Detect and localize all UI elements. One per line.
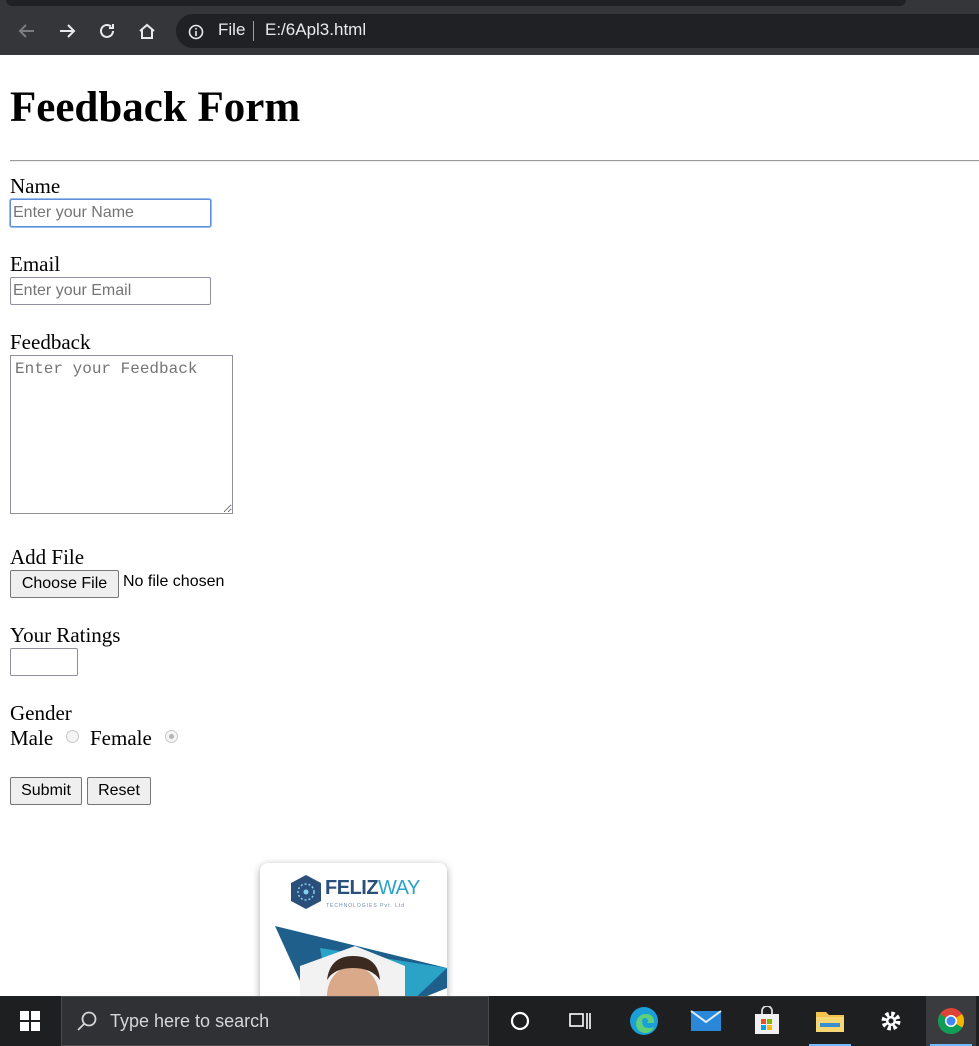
settings-icon[interactable] xyxy=(866,996,916,1046)
feedback-textarea[interactable] xyxy=(10,355,233,514)
felizway-logo-icon xyxy=(291,875,321,909)
file-label: Add File xyxy=(10,545,85,569)
site-scheme-label[interactable]: File xyxy=(218,20,245,40)
gender-label: Gender xyxy=(10,701,72,725)
brand-subtitle: TECHNOLOGIES Pvt. Ltd xyxy=(326,903,406,909)
store-icon[interactable] xyxy=(742,996,792,1046)
brand-part-1: FELIZ xyxy=(325,877,379,899)
ratings-label: Your Ratings xyxy=(10,623,121,647)
gender-male-label: Male xyxy=(10,726,54,750)
chrome-icon[interactable] xyxy=(926,996,976,1046)
email-input[interactable] xyxy=(10,277,211,305)
divider xyxy=(10,160,979,162)
name-input[interactable] xyxy=(10,199,211,227)
brand-name: FELIZWAY xyxy=(325,877,420,900)
home-icon[interactable] xyxy=(134,18,160,44)
windows-start-icon[interactable] xyxy=(5,996,55,1046)
taskbar: Type here to search xyxy=(0,996,979,1046)
reset-button[interactable]: Reset xyxy=(87,777,151,805)
omnibox-separator xyxy=(253,21,254,41)
submit-button[interactable]: Submit xyxy=(10,777,82,805)
file-explorer-icon[interactable] xyxy=(805,996,855,1046)
cortana-icon[interactable] xyxy=(495,996,545,1046)
id-card-image: FELIZWAY TECHNOLOGIES Pvt. Ltd xyxy=(260,863,447,1003)
choose-file-button[interactable]: Choose File xyxy=(10,570,119,598)
mail-icon[interactable] xyxy=(681,996,731,1046)
page-title: Feedback Form xyxy=(10,84,301,131)
back-icon[interactable] xyxy=(14,18,40,44)
gender-female-label: Female xyxy=(90,726,152,750)
search-icon xyxy=(77,1011,97,1031)
card-graphic xyxy=(275,926,447,1003)
brand-part-2: WAY xyxy=(378,877,420,899)
task-view-icon[interactable] xyxy=(555,996,605,1046)
search-placeholder: Type here to search xyxy=(110,1011,270,1031)
info-icon[interactable] xyxy=(188,24,204,40)
tab[interactable] xyxy=(6,0,906,6)
file-status: No file chosen xyxy=(123,573,225,590)
feedback-label: Feedback xyxy=(10,330,91,354)
email-label: Email xyxy=(10,252,61,276)
reload-icon[interactable] xyxy=(94,18,120,44)
edge-icon[interactable] xyxy=(619,996,669,1046)
name-label: Name xyxy=(10,174,61,198)
url-text[interactable]: E:/6Apl3.html xyxy=(265,20,366,40)
gender-female-radio[interactable] xyxy=(165,730,178,743)
page-content: Feedback Form Name Email Feedback Add Fi… xyxy=(0,55,979,1003)
ratings-input[interactable] xyxy=(10,648,78,676)
tab-strip xyxy=(0,0,979,8)
browser-toolbar: File E:/6Apl3.html xyxy=(0,8,979,55)
gender-male-radio[interactable] xyxy=(66,730,79,743)
taskbar-search[interactable]: Type here to search xyxy=(61,996,489,1046)
forward-icon[interactable] xyxy=(54,18,80,44)
